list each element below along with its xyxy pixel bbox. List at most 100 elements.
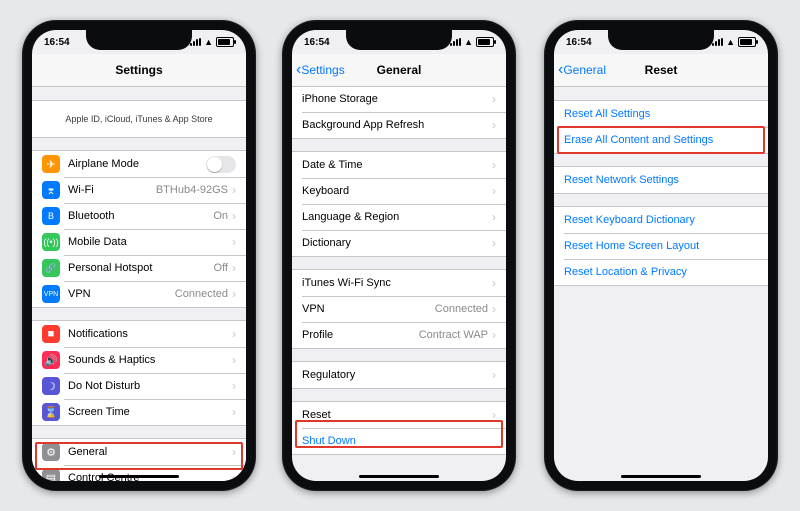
row-dictionary[interactable]: Dictionary ›	[292, 230, 506, 256]
general-content[interactable]: iPhone Storage › Background App Refresh …	[292, 86, 506, 481]
screen-reset: 16:54 ▲ ‹ General Reset Reset All Settin…	[554, 30, 768, 481]
moon-icon: ☽	[42, 377, 60, 395]
row-label: Reset Home Screen Layout	[564, 240, 699, 252]
row-label: Keyboard	[302, 185, 349, 197]
screen-settings: 16:54 ▲ Settings Apple ID, iCloud, iTune…	[32, 30, 246, 481]
row-reset[interactable]: Reset ›	[292, 402, 506, 428]
home-indicator[interactable]	[359, 475, 439, 478]
wifi-icon: ▲	[204, 37, 213, 47]
chevron-right-icon: ›	[232, 445, 236, 459]
row-value: Off	[214, 262, 228, 274]
row-reset-home-layout[interactable]: Reset Home Screen Layout	[554, 233, 768, 259]
row-regulatory[interactable]: Regulatory ›	[292, 362, 506, 388]
chevron-right-icon: ›	[492, 184, 496, 198]
row-reset-network[interactable]: Reset Network Settings	[554, 167, 768, 193]
chevron-right-icon: ›	[492, 276, 496, 290]
reset-content[interactable]: Reset All Settings Erase All Content and…	[554, 86, 768, 481]
chevron-right-icon: ›	[492, 118, 496, 132]
sounds-icon: 🔊	[42, 351, 60, 369]
apple-id-hint-label: Apple ID, iCloud, iTunes & App Store	[65, 114, 212, 124]
row-label: Reset Keyboard Dictionary	[564, 214, 695, 226]
row-dnd[interactable]: ☽ Do Not Disturb ›	[32, 373, 246, 399]
row-general[interactable]: ⚙ General ›	[32, 439, 246, 465]
row-reset-keyboard-dict[interactable]: Reset Keyboard Dictionary	[554, 207, 768, 233]
navbar-reset: ‹ General Reset	[554, 54, 768, 87]
chevron-right-icon: ›	[492, 408, 496, 422]
row-label: VPN	[68, 288, 91, 300]
battery-icon	[216, 37, 234, 47]
row-shut-down[interactable]: Shut Down	[292, 428, 506, 454]
settings-content[interactable]: Apple ID, iCloud, iTunes & App Store ✈ A…	[32, 86, 246, 481]
row-label: Airplane Mode	[68, 158, 139, 170]
wifi-row-icon: ⌆	[42, 181, 60, 199]
vpn-icon: VPN	[42, 285, 60, 303]
back-label: Settings	[301, 63, 344, 77]
row-value: Connected	[435, 303, 488, 315]
row-keyboard[interactable]: Keyboard ›	[292, 178, 506, 204]
row-reset-location-privacy[interactable]: Reset Location & Privacy	[554, 259, 768, 285]
bluetooth-icon: B	[42, 207, 60, 225]
row-iphone-storage[interactable]: iPhone Storage ›	[292, 86, 506, 112]
row-label: Regulatory	[302, 369, 355, 381]
signal-icon	[190, 38, 201, 46]
row-label: Wi-Fi	[68, 184, 94, 196]
row-label: General	[68, 446, 107, 458]
row-screen-time[interactable]: ⌛ Screen Time ›	[32, 399, 246, 425]
row-itunes-wifi-sync[interactable]: iTunes Wi-Fi Sync ›	[292, 270, 506, 296]
row-date-time[interactable]: Date & Time ›	[292, 152, 506, 178]
row-erase-all-content[interactable]: Erase All Content and Settings	[554, 127, 768, 153]
home-indicator[interactable]	[621, 475, 701, 478]
battery-icon	[476, 37, 494, 47]
chevron-right-icon: ›	[492, 328, 496, 342]
row-background-refresh[interactable]: Background App Refresh ›	[292, 112, 506, 138]
row-language-region[interactable]: Language & Region ›	[292, 204, 506, 230]
back-button[interactable]: ‹ General	[558, 62, 606, 78]
row-bluetooth[interactable]: B Bluetooth On ›	[32, 203, 246, 229]
back-button[interactable]: ‹ Settings	[296, 62, 345, 78]
signal-icon	[712, 38, 723, 46]
row-label: Shut Down	[302, 435, 356, 447]
row-vpn[interactable]: VPN VPN Connected ›	[32, 281, 246, 307]
row-label: Reset	[302, 409, 331, 421]
row-airplane-mode[interactable]: ✈ Airplane Mode	[32, 151, 246, 177]
phone-reset: 16:54 ▲ ‹ General Reset Reset All Settin…	[544, 20, 778, 491]
row-reset-all-settings[interactable]: Reset All Settings	[554, 101, 768, 127]
sliders-icon: ▤	[42, 469, 60, 481]
chevron-right-icon: ›	[232, 287, 236, 301]
hourglass-icon: ⌛	[42, 403, 60, 421]
row-label: Reset Network Settings	[564, 174, 679, 186]
row-control-centre[interactable]: ▤ Control Centre ›	[32, 465, 246, 481]
navbar-title: Reset	[645, 63, 678, 77]
chevron-right-icon: ›	[232, 209, 236, 223]
row-notifications[interactable]: ■ Notifications ›	[32, 321, 246, 347]
chevron-right-icon: ›	[232, 235, 236, 249]
reset-group-b: Reset Network Settings	[554, 166, 768, 194]
chevron-right-icon: ›	[492, 236, 496, 250]
home-indicator[interactable]	[99, 475, 179, 478]
navbar-title: General	[377, 63, 422, 77]
group-e: Reset › Shut Down	[292, 401, 506, 455]
group-connectivity: ✈ Airplane Mode ⌆ Wi-Fi BTHub4-92GS › B	[32, 150, 246, 308]
row-sounds[interactable]: 🔊 Sounds & Haptics ›	[32, 347, 246, 373]
chevron-right-icon: ›	[232, 261, 236, 275]
row-value: Contract WAP	[419, 329, 488, 341]
row-wifi[interactable]: ⌆ Wi-Fi BTHub4-92GS ›	[32, 177, 246, 203]
row-personal-hotspot[interactable]: 🔗 Personal Hotspot Off ›	[32, 255, 246, 281]
airplane-toggle[interactable]	[206, 156, 236, 173]
reset-group-a: Reset All Settings Erase All Content and…	[554, 100, 768, 154]
row-general-vpn[interactable]: VPN Connected ›	[292, 296, 506, 322]
wifi-icon: ▲	[726, 37, 735, 47]
status-time: 16:54	[44, 37, 70, 48]
notch	[86, 30, 192, 50]
antenna-icon: ((•))	[42, 233, 60, 251]
gear-icon: ⚙	[42, 443, 60, 461]
row-value: On	[213, 210, 228, 222]
status-time: 16:54	[566, 37, 592, 48]
back-label: General	[563, 63, 606, 77]
group-b: Date & Time › Keyboard › Language & Regi…	[292, 151, 506, 257]
status-right: ▲	[190, 37, 234, 47]
row-profile[interactable]: Profile Contract WAP ›	[292, 322, 506, 348]
row-mobile-data[interactable]: ((•)) Mobile Data ›	[32, 229, 246, 255]
screen-general: 16:54 ▲ ‹ Settings General iPhone Storag…	[292, 30, 506, 481]
apple-id-row[interactable]: Apple ID, iCloud, iTunes & App Store	[32, 100, 246, 138]
